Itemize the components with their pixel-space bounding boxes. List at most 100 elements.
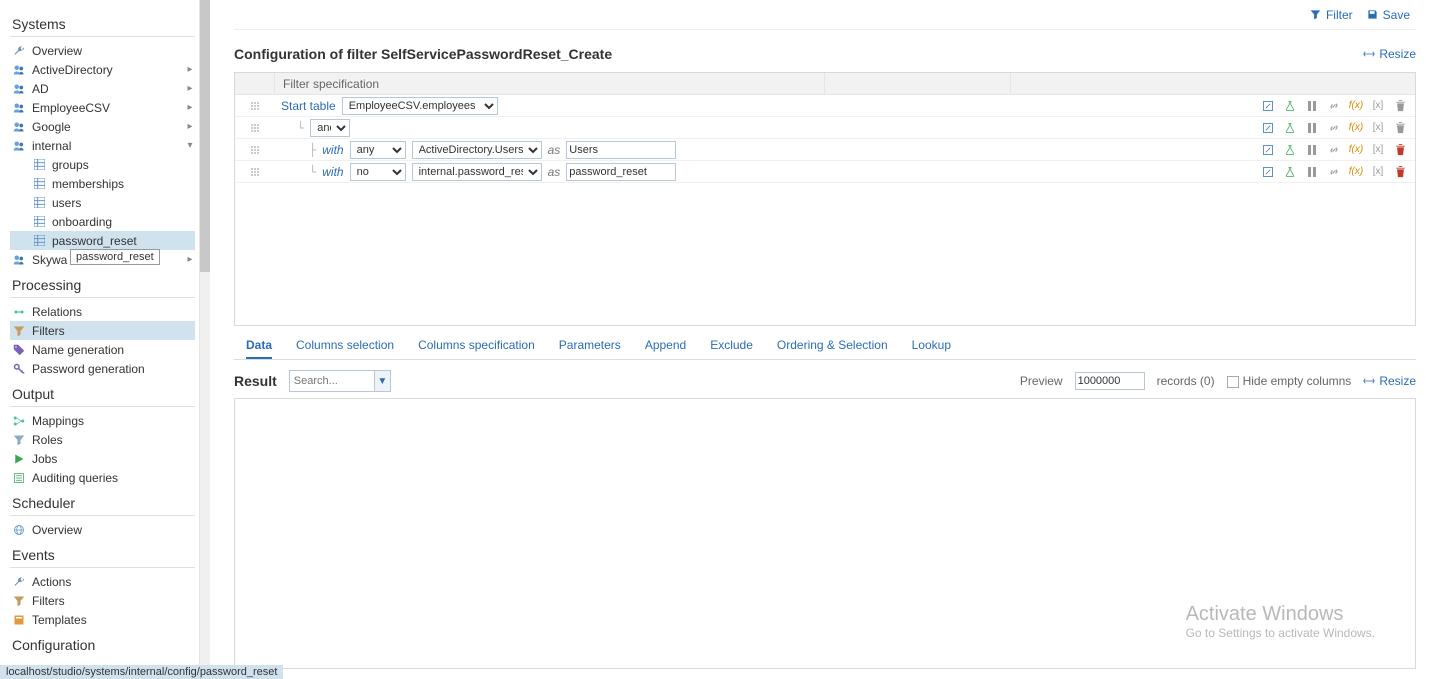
save-button[interactable]: Save xyxy=(1367,8,1410,22)
sidebar-item-events-filters[interactable]: Filters xyxy=(10,591,195,610)
alias-input[interactable] xyxy=(566,141,676,159)
edit-icon[interactable] xyxy=(1261,165,1275,179)
link-icon[interactable] xyxy=(1327,99,1341,113)
section-title-systems: Systems xyxy=(10,8,195,37)
sidebar-item-password-generation[interactable]: Password generation xyxy=(10,359,195,378)
qty-select[interactable]: any xyxy=(350,141,406,159)
sidebar-item-filters[interactable]: Filters xyxy=(10,321,195,340)
sidebar-scrollbar[interactable] xyxy=(200,0,210,679)
tab-ordering-selection[interactable]: Ordering & Selection xyxy=(777,338,888,359)
nav-label: Actions xyxy=(32,575,195,589)
resize-button[interactable]: Resize xyxy=(1363,47,1416,61)
joiner-select[interactable]: and xyxy=(310,119,350,137)
sidebar-item-relations[interactable]: Relations xyxy=(10,302,195,321)
fx-icon[interactable]: f(x) xyxy=(1349,99,1363,113)
tab-data[interactable]: Data xyxy=(246,338,272,359)
sidebar-item-actions[interactable]: Actions xyxy=(10,572,195,591)
sidebar-item-google[interactable]: Google ▸ xyxy=(10,117,195,136)
sidebar-item-skyward[interactable]: Skywa ▸ password_reset xyxy=(10,250,195,269)
flask-icon[interactable] xyxy=(1283,143,1297,157)
delete-icon[interactable] xyxy=(1393,143,1407,157)
nav-label: onboarding xyxy=(52,215,195,229)
sidebar-item-templates[interactable]: Templates xyxy=(10,610,195,629)
section-title-output: Output xyxy=(10,378,195,407)
sidebar-item-memberships[interactable]: memberships xyxy=(10,174,195,193)
fx-icon[interactable]: f(x) xyxy=(1349,143,1363,157)
page-title: Configuration of filter SelfServicePassw… xyxy=(234,46,612,62)
start-table-label: Start table xyxy=(281,99,336,113)
link-icon[interactable] xyxy=(1327,143,1341,157)
filter-icon xyxy=(12,433,26,447)
drag-handle-icon[interactable] xyxy=(235,101,275,111)
as-label: as xyxy=(548,165,561,179)
sidebar-item-activedirectory[interactable]: ActiveDirectory ▸ xyxy=(10,60,195,79)
sidebar-item-ad[interactable]: AD ▸ xyxy=(10,79,195,98)
sidebar-item-auditing-queries[interactable]: Auditing queries xyxy=(10,468,195,487)
sidebar-item-jobs[interactable]: Jobs xyxy=(10,449,195,468)
drag-handle-icon[interactable] xyxy=(235,123,275,133)
table-select[interactable]: ActiveDirectory.Users xyxy=(412,141,542,159)
qty-select[interactable]: no xyxy=(350,163,406,181)
brackets-icon[interactable]: [x] xyxy=(1371,165,1385,179)
delete-icon[interactable] xyxy=(1393,121,1407,135)
sidebar-item-mappings[interactable]: Mappings xyxy=(10,411,195,430)
filter-button[interactable]: Filter xyxy=(1310,8,1353,22)
drag-handle-icon[interactable] xyxy=(235,145,275,155)
table-select[interactable]: internal.password_reset xyxy=(412,163,542,181)
tab-columns-selection[interactable]: Columns selection xyxy=(296,338,394,359)
tab-lookup[interactable]: Lookup xyxy=(912,338,951,359)
sidebar-item-groups[interactable]: groups xyxy=(10,155,195,174)
flask-icon[interactable] xyxy=(1283,165,1297,179)
edit-icon[interactable] xyxy=(1261,121,1275,135)
pause-icon[interactable] xyxy=(1305,143,1319,157)
nav-label: Password generation xyxy=(32,362,195,376)
sidebar-item-scheduler-overview[interactable]: Overview xyxy=(10,520,195,539)
sidebar-item-name-generation[interactable]: Name generation xyxy=(10,340,195,359)
preview-input[interactable] xyxy=(1075,372,1145,390)
sidebar-item-password-reset[interactable]: password_reset xyxy=(10,231,195,250)
nav-label: Overview xyxy=(32,523,195,537)
sidebar-item-users[interactable]: users xyxy=(10,193,195,212)
pause-icon[interactable] xyxy=(1305,99,1319,113)
sidebar-item-overview[interactable]: Overview xyxy=(10,41,195,60)
drag-handle-icon[interactable] xyxy=(235,167,275,177)
flask-icon[interactable] xyxy=(1283,121,1297,135)
btn-label: Resize xyxy=(1379,47,1416,61)
tooltip: password_reset xyxy=(70,249,160,265)
delete-icon[interactable] xyxy=(1393,99,1407,113)
edit-icon[interactable] xyxy=(1261,99,1275,113)
sidebar-item-roles[interactable]: Roles xyxy=(10,430,195,449)
save-icon xyxy=(1367,9,1379,21)
chevron-right-icon: ▸ xyxy=(185,254,195,265)
search-input[interactable] xyxy=(290,371,374,391)
nav-label: Filters xyxy=(32,594,195,608)
fx-icon[interactable]: f(x) xyxy=(1349,165,1363,179)
sidebar-item-employeecsv[interactable]: EmployeeCSV ▸ xyxy=(10,98,195,117)
brackets-icon[interactable]: [x] xyxy=(1371,99,1385,113)
tab-append[interactable]: Append xyxy=(645,338,686,359)
brackets-icon[interactable]: [x] xyxy=(1371,121,1385,135)
fx-icon[interactable]: f(x) xyxy=(1349,121,1363,135)
sidebar: Systems Overview ActiveDirectory ▸ AD ▸ … xyxy=(0,0,200,679)
edit-icon[interactable] xyxy=(1261,143,1275,157)
link-icon[interactable] xyxy=(1327,165,1341,179)
start-table-select[interactable]: EmployeeCSV.employees xyxy=(342,97,498,115)
alias-input[interactable] xyxy=(566,163,676,181)
search-dropdown-button[interactable]: ▼ xyxy=(374,371,390,391)
nav-label: internal xyxy=(32,139,185,153)
tab-exclude[interactable]: Exclude xyxy=(710,338,753,359)
sidebar-item-onboarding[interactable]: onboarding xyxy=(10,212,195,231)
list-icon xyxy=(12,471,26,485)
delete-icon[interactable] xyxy=(1393,165,1407,179)
brackets-icon[interactable]: [x] xyxy=(1371,143,1385,157)
link-icon[interactable] xyxy=(1327,121,1341,135)
nav-label: Name generation xyxy=(32,343,195,357)
sidebar-item-internal[interactable]: internal ▾ xyxy=(10,136,195,155)
flask-icon[interactable] xyxy=(1283,99,1297,113)
hide-empty-checkbox[interactable]: Hide empty columns xyxy=(1227,374,1352,388)
tab-columns-specification[interactable]: Columns specification xyxy=(418,338,535,359)
pause-icon[interactable] xyxy=(1305,165,1319,179)
pause-icon[interactable] xyxy=(1305,121,1319,135)
tab-parameters[interactable]: Parameters xyxy=(559,338,621,359)
result-resize-button[interactable]: Resize xyxy=(1363,374,1416,388)
